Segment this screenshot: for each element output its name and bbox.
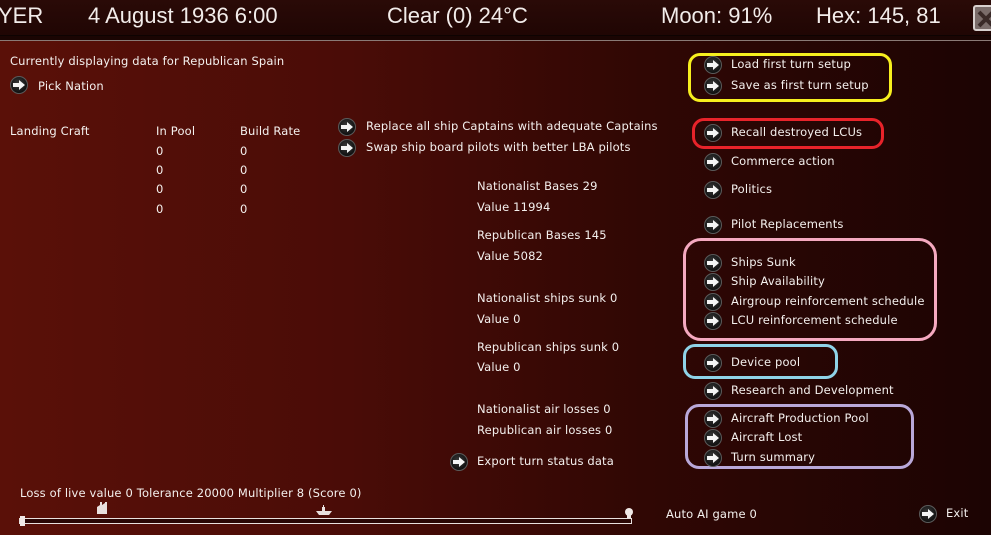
politics-button[interactable]: Politics bbox=[704, 181, 879, 200]
arrow-icon bbox=[704, 410, 722, 428]
device-pool-label: Device pool bbox=[731, 355, 801, 369]
arrow-icon bbox=[338, 139, 356, 157]
arrow-icon bbox=[704, 382, 722, 400]
ships-sunk-button[interactable]: Ships Sunk bbox=[704, 254, 879, 273]
arrow-icon bbox=[704, 273, 722, 291]
commerce-action-button[interactable]: Commerce action bbox=[704, 153, 879, 172]
arrow-icon bbox=[704, 56, 722, 74]
turn-summary-button[interactable]: Turn summary bbox=[704, 449, 854, 468]
hex-readout: Hex: 145, 81 bbox=[816, 3, 941, 28]
politics-label: Politics bbox=[731, 182, 773, 196]
republican-bases: Republican Bases 145 bbox=[477, 228, 607, 242]
arrow-icon bbox=[338, 118, 356, 136]
arrow-icon bbox=[704, 153, 722, 171]
score-slider-thumb[interactable] bbox=[20, 516, 25, 526]
nationalist-ships-sunk: Nationalist ships sunk 0 bbox=[477, 291, 618, 305]
table-cell: 0 bbox=[156, 163, 164, 177]
turn-summary-label: Turn summary bbox=[731, 450, 816, 464]
export-label: Export turn status data bbox=[477, 454, 614, 468]
ship-icon bbox=[316, 505, 332, 515]
date-time: 4 August 1936 6:00 bbox=[88, 3, 278, 28]
nationalist-bases-value: Value 11994 bbox=[477, 200, 551, 214]
republican-air-losses: Republican air losses 0 bbox=[477, 423, 613, 437]
lcu-reinforcement-label: LCU reinforcement schedule bbox=[731, 313, 898, 327]
device-pool-button[interactable]: Device pool bbox=[704, 354, 824, 373]
close-icon bbox=[977, 10, 991, 28]
table-cell: 0 bbox=[240, 163, 248, 177]
loss-value-text: Loss of live value 0 Tolerance 20000 Mul… bbox=[20, 486, 362, 500]
replace-captains-label: Replace all ship Captains with adequate … bbox=[366, 119, 658, 133]
arrow-icon bbox=[704, 312, 722, 330]
load-first-turn-label: Load first turn setup bbox=[731, 57, 851, 71]
pilot-replacements-button[interactable]: Pilot Replacements bbox=[704, 216, 879, 235]
swap-pilots-button[interactable]: Swap ship board pilots with better LBA p… bbox=[338, 139, 638, 159]
republican-ships-sunk: Republican ships sunk 0 bbox=[477, 340, 620, 354]
ship-availability-button[interactable]: Ship Availability bbox=[704, 273, 879, 292]
save-first-turn-label: Save as first turn setup bbox=[731, 78, 869, 92]
load-first-turn-button[interactable]: Load first turn setup bbox=[704, 56, 884, 75]
research-development-button[interactable]: Research and Development bbox=[704, 382, 904, 401]
table-cell: 0 bbox=[240, 182, 248, 196]
pool-header-type: Landing Craft bbox=[10, 124, 90, 138]
table-cell: 0 bbox=[156, 182, 164, 196]
research-development-label: Research and Development bbox=[731, 383, 894, 397]
republican-bases-value: Value 5082 bbox=[477, 249, 544, 263]
top-status-bar: YER 4 August 1936 6:00 Clear (0) 24°C Mo… bbox=[0, 0, 991, 36]
arrow-icon bbox=[704, 354, 722, 372]
arrow-icon bbox=[704, 124, 722, 142]
arrow-icon bbox=[704, 77, 722, 95]
pool-header-in-pool: In Pool bbox=[156, 124, 196, 138]
factory-icon bbox=[97, 502, 107, 514]
pick-nation-button[interactable]: Pick Nation bbox=[10, 76, 130, 96]
export-turn-status-button[interactable]: Export turn status data bbox=[450, 453, 630, 473]
arrow-icon bbox=[704, 449, 722, 467]
moon-readout: Moon: 91% bbox=[661, 3, 773, 28]
swap-pilots-label: Swap ship board pilots with better LBA p… bbox=[366, 140, 631, 154]
aircraft-production-pool-button[interactable]: Aircraft Production Pool bbox=[704, 410, 899, 429]
aircraft-lost-button[interactable]: Aircraft Lost bbox=[704, 429, 854, 448]
replace-captains-button[interactable]: Replace all ship Captains with adequate … bbox=[338, 118, 658, 138]
arrow-icon bbox=[704, 429, 722, 447]
aircraft-production-pool-label: Aircraft Production Pool bbox=[731, 411, 869, 425]
airgroup-reinforcement-button[interactable]: Airgroup reinforcement schedule bbox=[704, 293, 929, 312]
arrow-icon bbox=[450, 453, 468, 471]
player-label: YER bbox=[0, 3, 44, 28]
ship-availability-label: Ship Availability bbox=[731, 274, 825, 288]
arrow-icon bbox=[704, 216, 722, 234]
table-cell: 0 bbox=[156, 202, 164, 216]
exit-label: Exit bbox=[946, 506, 969, 520]
ships-sunk-label: Ships Sunk bbox=[731, 255, 796, 269]
table-cell: 0 bbox=[240, 202, 248, 216]
auto-ai-game-text: Auto AI game 0 bbox=[666, 507, 757, 521]
arrow-icon bbox=[10, 76, 28, 94]
airgroup-reinforcement-label: Airgroup reinforcement schedule bbox=[731, 294, 925, 308]
recall-lcus-label: Recall destroyed LCUs bbox=[731, 125, 863, 139]
nationalist-ships-value: Value 0 bbox=[477, 312, 521, 326]
pick-nation-label: Pick Nation bbox=[38, 79, 104, 93]
close-button[interactable] bbox=[973, 5, 991, 31]
lcu-reinforcement-button[interactable]: LCU reinforcement schedule bbox=[704, 312, 914, 331]
score-slider-track[interactable] bbox=[19, 518, 632, 524]
nationalist-bases: Nationalist Bases 29 bbox=[477, 179, 598, 193]
weather-readout: Clear (0) 24°C bbox=[387, 3, 528, 28]
commerce-action-label: Commerce action bbox=[731, 154, 835, 168]
table-cell: 0 bbox=[156, 144, 164, 158]
exit-button[interactable]: Exit bbox=[919, 505, 979, 524]
arrow-icon bbox=[704, 181, 722, 199]
table-cell: 0 bbox=[240, 144, 248, 158]
recall-lcus-button[interactable]: Recall destroyed LCUs bbox=[704, 124, 879, 143]
pilot-replacements-label: Pilot Replacements bbox=[731, 217, 844, 231]
nationalist-air-losses: Nationalist air losses 0 bbox=[477, 402, 611, 416]
aircraft-lost-label: Aircraft Lost bbox=[731, 430, 803, 444]
arrow-icon bbox=[919, 505, 937, 523]
republican-ships-value: Value 0 bbox=[477, 360, 521, 374]
pool-header-build-rate: Build Rate bbox=[240, 124, 301, 138]
arrow-icon bbox=[704, 254, 722, 272]
save-first-turn-button[interactable]: Save as first turn setup bbox=[704, 77, 884, 96]
arrow-icon bbox=[704, 293, 722, 311]
current-nation-text: Currently displaying data for Republican… bbox=[10, 54, 285, 68]
